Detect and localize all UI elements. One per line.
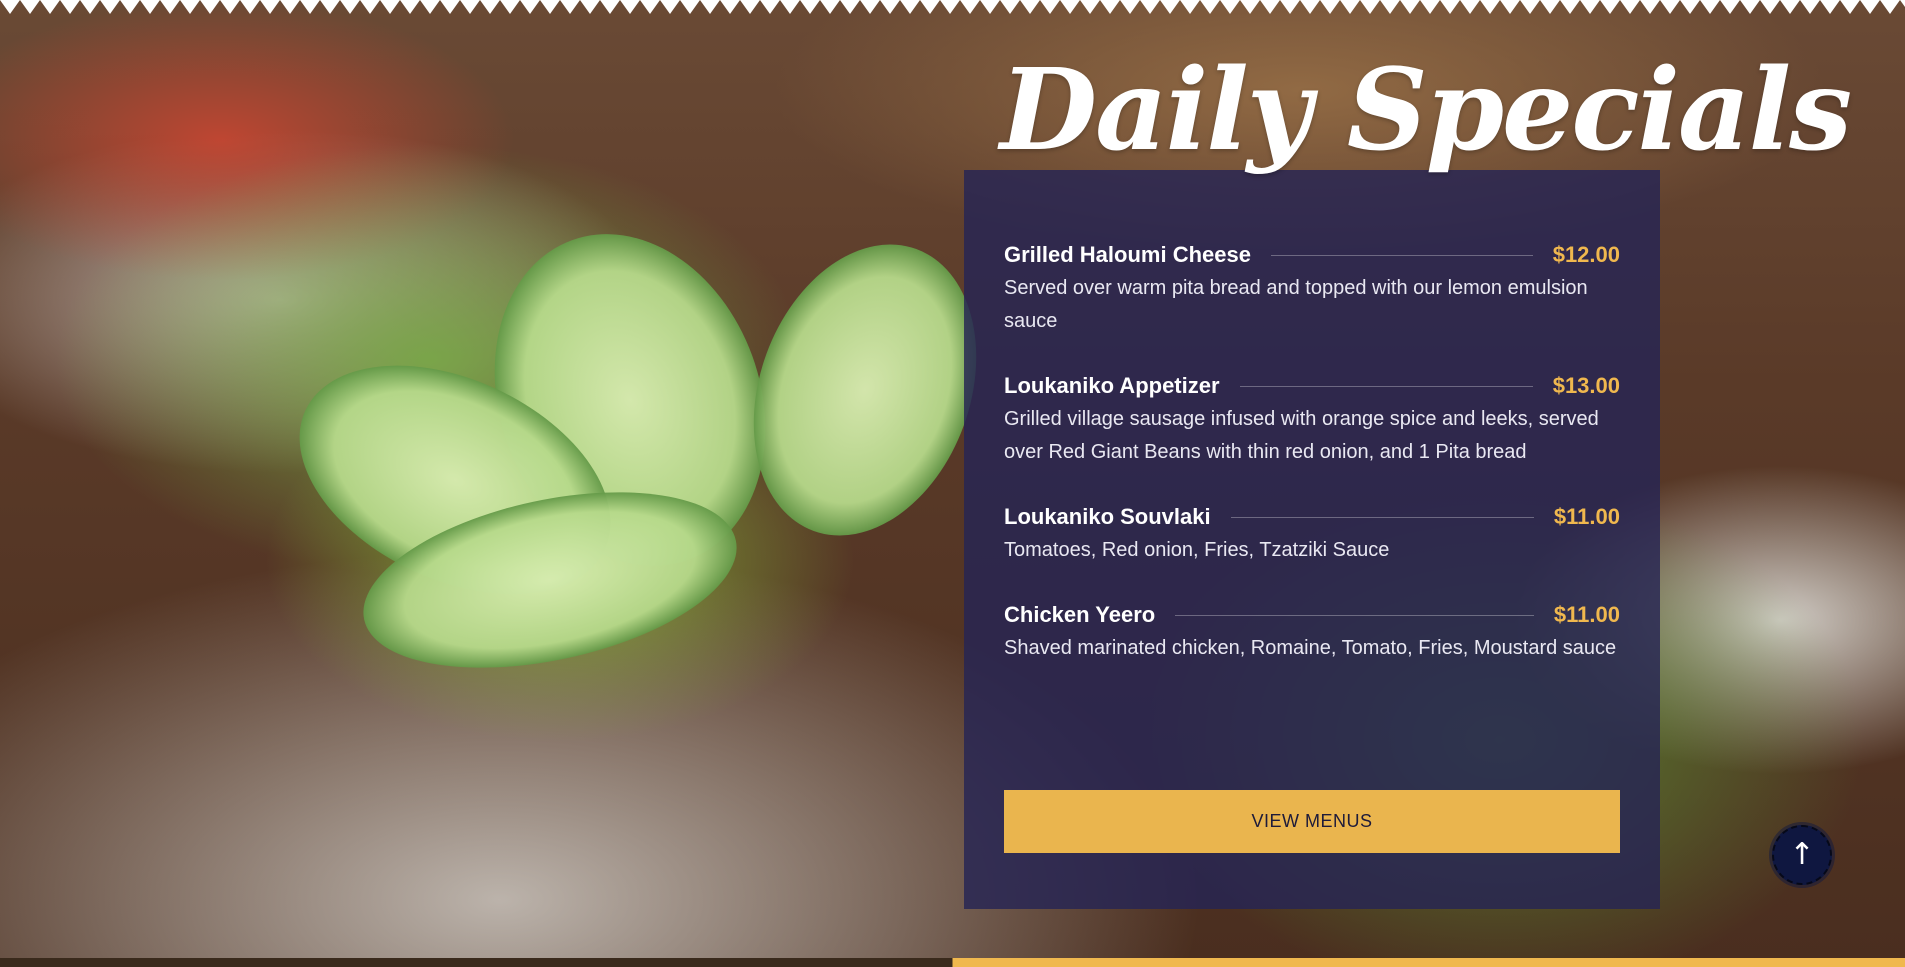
arrow-up-icon: ↑ xyxy=(1789,837,1815,872)
menu-item-name: Loukaniko Appetizer xyxy=(1004,373,1220,398)
daily-specials-section: Daily Specials Grilled Haloumi Cheese $1… xyxy=(0,0,1905,967)
zigzag-border xyxy=(0,0,1905,16)
menu-item-description: Tomatoes, Red onion, Fries, Tzatziki Sau… xyxy=(1004,539,1390,561)
menu-item-description: Grilled village sausage infused with ora… xyxy=(1004,408,1599,463)
section-title: Daily Specials xyxy=(1000,45,1852,176)
menu-item-name: Chicken Yeero xyxy=(1004,602,1156,627)
menu-item-divider xyxy=(1239,385,1533,387)
menu-item-price: $12.00 xyxy=(1552,242,1620,267)
menu-item-divider xyxy=(1175,614,1534,616)
menu-item-price: $11.00 xyxy=(1553,602,1620,627)
menu-item: Loukaniko Souvlaki $11.00 Tomatoes, Red … xyxy=(1004,502,1620,567)
menu-item-price: $13.00 xyxy=(1552,373,1620,398)
specials-panel: Grilled Haloumi Cheese $12.00 Served ove… xyxy=(964,170,1660,909)
menu-item: Chicken Yeero $11.00 Shaved marinated ch… xyxy=(1004,600,1620,665)
menu-item-divider xyxy=(1230,516,1534,518)
menu-item: Loukaniko Appetizer $13.00 Grilled villa… xyxy=(1004,371,1620,469)
menu-item-description: Served over warm pita bread and topped w… xyxy=(1004,277,1588,332)
menu-item-name: Loukaniko Souvlaki xyxy=(1004,504,1211,529)
scroll-progress-bar xyxy=(0,958,1905,967)
menu-item-name: Grilled Haloumi Cheese xyxy=(1004,242,1251,267)
menu-item-description: Shaved marinated chicken, Romaine, Tomat… xyxy=(1004,637,1617,659)
view-menus-button[interactable]: VIEW MENUS xyxy=(1004,790,1620,853)
menu-item-price: $11.00 xyxy=(1553,504,1620,529)
specials-menu-list: Grilled Haloumi Cheese $12.00 Served ove… xyxy=(1004,240,1620,698)
menu-item: Grilled Haloumi Cheese $12.00 Served ove… xyxy=(1004,240,1620,338)
scroll-to-top-button[interactable]: ↑ xyxy=(1772,825,1832,885)
menu-item-divider xyxy=(1270,254,1533,256)
